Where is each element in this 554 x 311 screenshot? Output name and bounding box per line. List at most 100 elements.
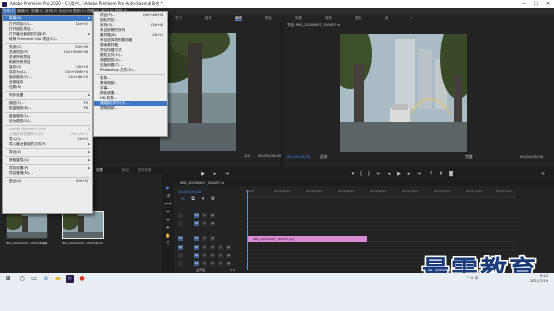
maximize-button[interactable]: ▢	[531, 0, 541, 8]
lock-icon[interactable]: ⊡	[202, 221, 207, 226]
explorer-icon[interactable]: ▬	[54, 275, 62, 283]
mic-icon[interactable]: ◉	[226, 253, 231, 258]
lock-icon[interactable]: ⊡	[202, 261, 207, 266]
program-quality-select[interactable]: 完整	[465, 154, 473, 160]
search-icon[interactable]: ○	[18, 275, 26, 283]
tab-markers[interactable]: 标记	[122, 167, 129, 173]
solo-icon[interactable]: S	[218, 253, 223, 258]
type-tool-icon[interactable]: T	[165, 242, 171, 248]
solo-icon[interactable]: S	[218, 261, 223, 266]
menu-edit[interactable]: 编辑(E)	[16, 8, 30, 15]
premiere-icon[interactable]: Pr	[66, 275, 74, 283]
play-icon[interactable]: ▶	[396, 171, 402, 177]
snap-icon[interactable]: ⊂	[180, 196, 186, 202]
track-id[interactable]: A2	[194, 253, 199, 258]
sequence-tab[interactable]: IMG_20200907_150457 ≡	[180, 180, 224, 186]
minimize-button[interactable]: —	[519, 0, 529, 8]
extract-icon[interactable]: ⇞	[438, 171, 444, 177]
tab-history[interactable]: 历史记录	[138, 167, 152, 173]
menu-markers[interactable]: 标记(M)	[58, 8, 73, 15]
menu-graphics[interactable]: 图形(G)	[72, 8, 87, 15]
solo-icon[interactable]: S	[218, 245, 223, 250]
linked-selection-icon[interactable]: ⧉	[190, 196, 196, 202]
track-id[interactable]: V1	[194, 236, 199, 241]
lock-icon[interactable]: ⊡	[202, 213, 207, 218]
source-step-forward-icon[interactable]: ▸	[212, 171, 218, 177]
track-target-toggle[interactable]	[178, 221, 183, 226]
tab-effects[interactable]: 效果	[96, 167, 103, 173]
mute-icon[interactable]: M	[210, 245, 215, 250]
timeline-settings-icon[interactable]: ⚙	[210, 196, 216, 202]
mute-icon[interactable]: M	[210, 261, 215, 266]
menu-item-get-properties[interactable]: 获取属性(G) ▸	[3, 158, 92, 163]
add-icon[interactable]: +	[540, 171, 546, 177]
menu-item-make-offline[interactable]: 设为脱机(O)...	[3, 119, 92, 124]
track-lane-v2[interactable]	[244, 220, 516, 227]
menu-item-batch-capture[interactable]: 批量捕捉(B)... F6	[3, 106, 92, 111]
time-ruler[interactable]: 00;00 00;00;02;00 00;00;04;00 00;00;06;0…	[244, 190, 516, 198]
track-target-toggle[interactable]: A1	[178, 245, 183, 250]
program-timecode[interactable]: 00;00;00;00	[287, 154, 310, 159]
project-sequence-thumbnail[interactable]	[62, 211, 104, 239]
clock-date[interactable]: 2021/7/19	[520, 279, 548, 283]
lock-icon[interactable]: ⊡	[202, 253, 207, 258]
menu-item-import-recent[interactable]: 导入最近使用的文件(F) ▸	[3, 142, 92, 147]
pen-tool-icon[interactable]: ✒	[165, 226, 171, 232]
submenu-item-transparent-video[interactable]: 透明视频...	[94, 106, 167, 111]
project-item-thumbnail[interactable]	[6, 211, 48, 239]
mic-icon[interactable]: ◉	[226, 261, 231, 266]
track-id[interactable]: V2	[194, 221, 199, 226]
track-target-toggle[interactable]	[178, 253, 183, 258]
go-to-out-icon[interactable]: ⇥	[416, 171, 422, 177]
mic-icon[interactable]: ◉	[226, 245, 231, 250]
track-target-toggle[interactable]: V1	[178, 236, 183, 241]
slip-tool-icon[interactable]: ↔	[165, 218, 171, 224]
in-point-icon[interactable]: {	[358, 171, 364, 177]
other-app-icon[interactable]: ●	[78, 275, 86, 283]
eye-icon[interactable]: ◉	[210, 236, 215, 241]
add-marker-icon[interactable]: ▾	[200, 196, 206, 202]
hand-tool-icon[interactable]: ✋	[165, 234, 171, 240]
menu-item-export[interactable]: 导出(E) ▸	[3, 150, 92, 155]
menu-sequence[interactable]: 序列(S)	[44, 8, 58, 15]
task-view-icon[interactable]: ▭	[30, 275, 38, 283]
menu-item-project-manager[interactable]: 项目管理(M)...	[3, 171, 92, 176]
out-point-icon[interactable]: }	[366, 171, 372, 177]
source-play-icon[interactable]: ▶	[200, 171, 206, 177]
lock-icon[interactable]: ⊡	[202, 236, 207, 241]
windows-icon[interactable]: ⊞	[4, 275, 12, 283]
menu-item-sync-settings[interactable]: 同步设置 ▸	[3, 93, 92, 98]
razor-tool-icon[interactable]: ✂	[165, 210, 171, 216]
mute-icon[interactable]: M	[210, 253, 215, 258]
eye-icon[interactable]: ◉	[210, 221, 215, 226]
track-id[interactable]: V3	[194, 213, 199, 218]
menu-clip[interactable]: 剪辑(C)	[30, 8, 45, 15]
track-target-toggle[interactable]	[178, 261, 183, 266]
lock-icon[interactable]: ⊡	[202, 245, 207, 250]
eye-icon[interactable]: ◉	[210, 213, 215, 218]
selection-tool-icon[interactable]: ▶	[165, 186, 171, 192]
track-lane-v3[interactable]	[244, 212, 516, 219]
submenu-item-photoshop-file[interactable]: Photoshop 文件(H)...	[94, 68, 167, 73]
master-track-value[interactable]: 0.0	[230, 268, 235, 272]
track-id[interactable]: A1	[194, 245, 199, 250]
playhead[interactable]	[247, 190, 248, 270]
menu-item-convert-clip[interactable]: 转换 Premiere Clip 项目(C)...	[3, 37, 92, 42]
track-target-toggle[interactable]	[178, 213, 183, 218]
lift-icon[interactable]: ⇡	[428, 171, 434, 177]
source-insert-icon[interactable]: ⇥	[224, 171, 230, 177]
track-select-tool-icon[interactable]: ⇉	[165, 194, 171, 200]
step-back-icon[interactable]: ◂	[386, 171, 392, 177]
step-forward-icon[interactable]: ▸	[406, 171, 412, 177]
menu-file[interactable]: 文件(F)	[2, 8, 17, 15]
go-to-in-icon[interactable]: ⇤	[376, 171, 382, 177]
clock-time[interactable]: 9:22	[520, 274, 548, 278]
timeline-timecode[interactable]: 00;00;00;00	[178, 189, 201, 194]
export-frame-icon[interactable]: ◙	[448, 171, 454, 177]
program-fit-select[interactable]: 适合	[320, 154, 328, 160]
menu-item-revert[interactable]: 还原(R)	[3, 85, 92, 90]
menu-item-exit[interactable]: 退出(X) Ctrl+Q	[3, 179, 92, 184]
marker-icon[interactable]: ▾	[350, 171, 356, 177]
timeline-clip[interactable]: IMG_20200907_150457.jpg	[247, 236, 367, 242]
close-button[interactable]: ✕	[543, 0, 553, 8]
